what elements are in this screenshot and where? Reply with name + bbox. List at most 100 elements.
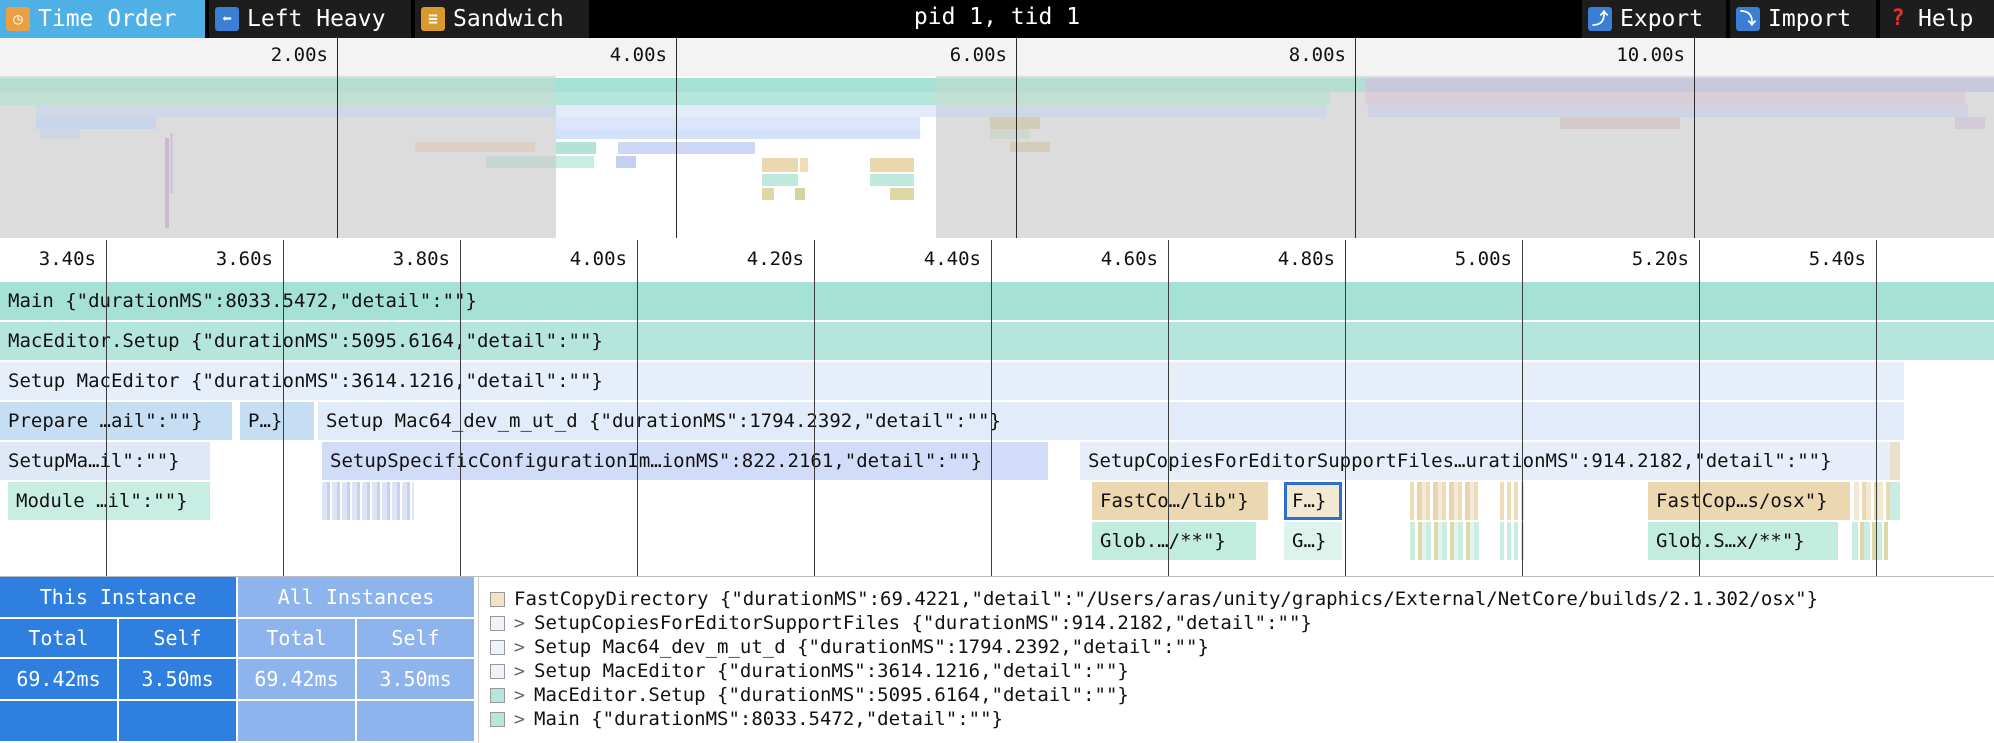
stack-row[interactable]: > MacEditor.Setup {"durationMS":5095.616… — [490, 683, 1990, 707]
overview-bar — [1365, 92, 1965, 105]
small-frames-cluster[interactable] — [1500, 522, 1524, 560]
toolbar: ◷ Time Order ⬅ Left Heavy ≡ Sandwich pid… — [0, 0, 1994, 38]
overview-bar — [990, 117, 1040, 129]
flame-graph[interactable]: 3.40s 3.60s 3.80s 4.00s 4.20s 4.40s 4.60… — [0, 240, 1994, 576]
flame-tick-label: 3.60s — [215, 248, 273, 270]
overview-bar — [990, 129, 1030, 139]
this-total-label: Total — [0, 619, 119, 659]
small-frames-cluster[interactable] — [1410, 522, 1480, 560]
export-button[interactable]: ⤴ Export — [1582, 0, 1726, 38]
color-swatch — [490, 687, 505, 703]
chevron-right-icon: > — [514, 636, 525, 658]
overview-bar — [1560, 117, 1680, 129]
overview-bar — [40, 129, 80, 139]
import-label: Import — [1768, 6, 1852, 32]
export-icon: ⤴ — [1588, 7, 1612, 31]
chevron-right-icon: > — [514, 612, 525, 634]
overview-bar — [870, 158, 914, 172]
overview-bar — [486, 156, 556, 168]
frame-glob-selected[interactable]: G…} — [1284, 522, 1342, 560]
overview-bar — [1955, 117, 1985, 129]
frame-fastcopy-selected[interactable]: F…} — [1284, 482, 1342, 520]
frame-module[interactable]: Module …il":""} — [8, 482, 210, 520]
frame-prepare[interactable]: Prepare …ail":""} — [0, 402, 232, 440]
frame-setupma[interactable]: SetupMa…il":""} — [0, 442, 210, 480]
stack-row[interactable]: > Setup MacEditor {"durationMS":3614.121… — [490, 659, 1990, 683]
color-swatch — [490, 639, 505, 655]
frame-fastcopy-osx[interactable]: FastCop…s/osx"} — [1648, 482, 1850, 520]
chevron-right-icon: > — [514, 660, 525, 682]
overview-tick-label: 10.00s — [1616, 44, 1685, 66]
overview-tick-label: 2.00s — [270, 44, 328, 66]
all-self-value: 3.50ms — [357, 659, 476, 701]
flame-tick-label: 3.40s — [38, 248, 96, 270]
overview-bar — [762, 158, 798, 172]
frame-maceditor-setup[interactable]: MacEditor.Setup {"durationMS":5095.6164,… — [0, 322, 1994, 360]
overview-bar — [618, 142, 755, 154]
small-frame[interactable] — [1890, 482, 1900, 520]
tab-label: Left Heavy — [247, 6, 386, 32]
stack-frame-text: Main {"durationMS":8033.5472,"detail":""… — [534, 708, 1003, 730]
tab-label: Time Order — [38, 6, 177, 32]
frame-setup-specific-configuration[interactable]: SetupSpecificConfigurationIm…ionMS":822.… — [322, 442, 1048, 480]
all-total-label: Total — [238, 619, 357, 659]
overview-bar — [762, 188, 774, 200]
overview-bar — [795, 188, 805, 200]
frame-fastcopy-lib[interactable]: FastCo…/lib"} — [1092, 482, 1268, 520]
overview-bar — [36, 117, 156, 129]
flame-tick-label: 4.60s — [1100, 248, 1158, 270]
stack-row[interactable]: > SetupCopiesForEditorSupportFiles {"dur… — [490, 611, 1990, 635]
sandwich-icon: ≡ — [421, 7, 445, 31]
stack-row[interactable]: > Main {"durationMS":8033.5472,"detail":… — [490, 707, 1990, 731]
this-self-value: 3.50ms — [119, 659, 238, 701]
stack-row[interactable]: FastCopyDirectory {"durationMS":69.4221,… — [490, 587, 1990, 611]
frame-main[interactable]: Main {"durationMS":8033.5472,"detail":""… — [0, 282, 1994, 320]
question-icon: ? — [1891, 6, 1905, 31]
help-label: Help — [1918, 6, 1974, 32]
overview-bar — [556, 78, 936, 92]
this-self-label: Self — [119, 619, 238, 659]
overview-bar — [556, 156, 594, 168]
overview-bar — [890, 188, 914, 200]
small-frames-cluster[interactable] — [1500, 482, 1524, 520]
small-frames-cluster[interactable] — [322, 482, 414, 520]
stack-frame-text: Setup Mac64_dev_m_ut_d {"durationMS":179… — [534, 636, 1209, 658]
stack-row[interactable]: > Setup Mac64_dev_m_ut_d {"durationMS":1… — [490, 635, 1990, 659]
color-swatch — [490, 591, 505, 607]
flame-tick-label: 4.40s — [923, 248, 981, 270]
small-frame[interactable] — [1890, 442, 1900, 480]
tab-left-heavy[interactable]: ⬅ Left Heavy — [209, 0, 411, 38]
small-frames-cluster[interactable] — [1852, 522, 1888, 560]
overview-minimap[interactable]: 2.00s 4.00s 6.00s 8.00s 10.00s — [0, 38, 1994, 238]
overview-bar — [556, 142, 596, 154]
small-frames-cluster[interactable] — [1854, 482, 1894, 520]
tab-sandwich[interactable]: ≡ Sandwich — [415, 0, 589, 38]
this-total-value: 69.42ms — [0, 659, 119, 701]
flame-time-axis — [0, 240, 1994, 280]
overview-tick-label: 4.00s — [609, 44, 667, 66]
flame-tick-label: 4.00s — [569, 248, 627, 270]
overview-bar — [1368, 105, 1968, 117]
overview-bar — [762, 174, 798, 186]
frame-setup-copies-for-editor[interactable]: SetupCopiesForEditorSupportFiles…uration… — [1080, 442, 1890, 480]
call-stack-list: FastCopyDirectory {"durationMS":69.4221,… — [490, 587, 1990, 731]
frame-p[interactable]: P…} — [240, 402, 314, 440]
tab-time-order[interactable]: ◷ Time Order — [0, 0, 205, 38]
this-instance-header: This Instance — [0, 577, 238, 619]
frame-setup-mac64[interactable]: Setup Mac64_dev_m_ut_d {"durationMS":179… — [318, 402, 1904, 440]
frame-setup-maceditor[interactable]: Setup MacEditor {"durationMS":3614.1216,… — [0, 362, 1904, 400]
color-swatch — [490, 663, 505, 679]
small-frames-cluster[interactable] — [1410, 482, 1480, 520]
flame-tick-label: 5.40s — [1808, 248, 1866, 270]
color-swatch — [490, 615, 505, 631]
frame-glob-1[interactable]: Glob.…/**"} — [1092, 522, 1256, 560]
frame-glob-2[interactable]: Glob.S…x/**"} — [1648, 522, 1838, 560]
all-self-label: Self — [357, 619, 476, 659]
all-total-value: 69.42ms — [238, 659, 357, 701]
overview-tick-label: 8.00s — [1288, 44, 1346, 66]
stack-frame-text: Setup MacEditor {"durationMS":3614.1216,… — [534, 660, 1129, 682]
overview-bar — [556, 117, 920, 129]
stack-frame-text: MacEditor.Setup {"durationMS":5095.6164,… — [534, 684, 1129, 706]
help-button[interactable]: ? Help — [1880, 0, 1994, 38]
import-button[interactable]: ⤵ Import — [1730, 0, 1876, 38]
